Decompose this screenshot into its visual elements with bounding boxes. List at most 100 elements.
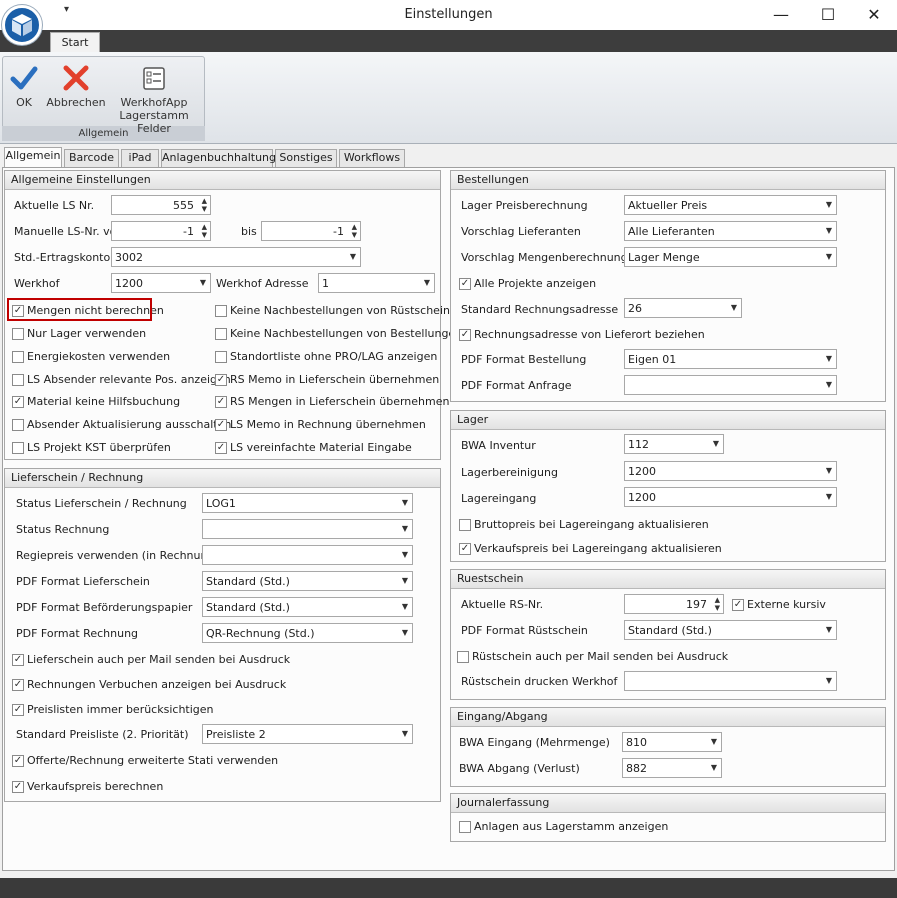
check-ruestschein-mail[interactable]: Rüstschein auch per Mail senden bei Ausd… [457, 650, 728, 663]
checkbox[interactable] [459, 518, 471, 531]
aktuelle-ls-spinner[interactable]: 555 ▲ ▼ [111, 195, 211, 215]
chevron-down-icon[interactable]: ▼ [711, 763, 717, 772]
checkbox[interactable] [12, 373, 24, 386]
pdf-lieferschein-combo[interactable]: Standard (Std.) ▼ [202, 571, 413, 591]
check-material-hilfsbuchung[interactable]: ✓ Material keine Hilfsbuchung [12, 395, 180, 408]
checkbox[interactable]: ✓ [12, 780, 24, 793]
checkbox[interactable] [12, 441, 24, 454]
check-rs-mengen[interactable]: ✓ RS Mengen in Lieferschein übernehmen [215, 395, 449, 408]
check-externe-kursiv[interactable]: ✓ Externe kursiv [732, 598, 826, 611]
checkbox[interactable]: ✓ [459, 277, 471, 290]
chevron-down-icon[interactable]: ▼ [402, 524, 408, 533]
checkbox[interactable]: ✓ [215, 373, 227, 386]
checkbox[interactable] [215, 350, 227, 363]
close-button[interactable]: ✕ [851, 0, 897, 30]
check-ls-vereinfachte[interactable]: ✓ LS vereinfachte Material Eingabe [215, 441, 412, 454]
chevron-down-icon[interactable]: ▼ [826, 252, 832, 261]
tab-workflows[interactable]: Workflows [339, 149, 405, 167]
preisliste-combo[interactable]: Preisliste 2 ▼ [202, 724, 413, 744]
chevron-down-icon[interactable]: ▼ [402, 576, 408, 585]
status-rechnung-combo[interactable]: ▼ [202, 519, 413, 539]
manuelle-bis-spinner[interactable]: -1 ▲ ▼ [261, 221, 361, 241]
tab-barcode[interactable]: Barcode [64, 149, 119, 167]
check-standortliste[interactable]: Standortliste ohne PRO/LAG anzeigen [215, 350, 437, 363]
chevron-down-icon[interactable]: ▼ [826, 200, 832, 209]
chevron-down-icon[interactable]: ▼ [826, 492, 832, 501]
checkbox[interactable] [215, 327, 227, 340]
check-rechnung-lieferort[interactable]: ✓ Rechnungsadresse von Lieferort beziehen [459, 328, 705, 341]
check-energiekosten[interactable]: Energiekosten verwenden [12, 350, 170, 363]
checkbox[interactable] [457, 650, 469, 663]
check-preislisten[interactable]: ✓ Preislisten immer berücksichtigen [12, 703, 214, 716]
ertragskonto-combo[interactable]: 3002 ▼ [111, 247, 361, 267]
checkbox[interactable]: ✓ [215, 441, 227, 454]
checkbox[interactable]: ✓ [12, 754, 24, 767]
rs-nr-spinner[interactable]: 197 ▲ ▼ [624, 594, 724, 614]
vorschlag-menge-combo[interactable]: Lager Menge ▼ [624, 247, 837, 267]
regiepreis-combo[interactable]: ▼ [202, 545, 413, 565]
checkbox[interactable]: ✓ [12, 653, 24, 666]
spinner-arrows-icon[interactable]: ▲ ▼ [715, 596, 720, 612]
lager-preis-combo[interactable]: Aktueller Preis ▼ [624, 195, 837, 215]
check-nur-lager[interactable]: Nur Lager verwenden [12, 327, 146, 340]
chevron-down-icon[interactable]: ▼ [826, 226, 832, 235]
bwa-inventur-combo[interactable]: 112 ▼ [624, 434, 724, 454]
tab-ipad[interactable]: iPad [121, 149, 159, 167]
lagereingang-combo[interactable]: 1200 ▼ [624, 487, 837, 507]
vorschlag-lieferanten-combo[interactable]: Alle Lieferanten ▼ [624, 221, 837, 241]
check-rechnungen-verbuchen[interactable]: ✓ Rechnungen Verbuchen anzeigen bei Ausdr… [12, 678, 286, 691]
chevron-down-icon[interactable]: ▼ [826, 625, 832, 634]
spinner-arrows-icon[interactable]: ▲ ▼ [202, 197, 207, 213]
manuelle-von-spinner[interactable]: -1 ▲ ▼ [111, 221, 211, 241]
pdf-befoerderung-combo[interactable]: Standard (Std.) ▼ [202, 597, 413, 617]
spinner-arrows-icon[interactable]: ▲ ▼ [202, 223, 207, 239]
chevron-down-icon[interactable]: ▼ [731, 303, 737, 312]
check-rs-memo[interactable]: ✓ RS Memo in Lieferschein übernehmen [215, 373, 439, 386]
chevron-down-icon[interactable]: ▼ [826, 676, 832, 685]
lagerbereinigung-combo[interactable]: 1200 ▼ [624, 461, 837, 481]
pdf-ruestschein-combo[interactable]: Standard (Std.) ▼ [624, 620, 837, 640]
check-anlagen-lagerstamm[interactable]: Anlagen aus Lagerstamm anzeigen [459, 820, 668, 833]
check-offerte-stati[interactable]: ✓ Offerte/Rechnung erweiterte Stati verwe… [12, 754, 278, 767]
chevron-down-icon[interactable]: ▼ [402, 602, 408, 611]
ok-button[interactable]: OK [6, 62, 42, 109]
chevron-down-icon[interactable]: ▼ [424, 278, 430, 287]
werkhof-adresse-combo[interactable]: 1 ▼ [318, 273, 435, 293]
werkhof-lagerstamm-button[interactable]: WerkhofApp Lagerstamm Felder [107, 62, 201, 135]
status-lieferschein-combo[interactable]: LOG1 ▼ [202, 493, 413, 513]
pdf-bestellung-combo[interactable]: Eigen 01 ▼ [624, 349, 837, 369]
checkbox[interactable]: ✓ [459, 328, 471, 341]
chevron-down-icon[interactable]: ▼ [826, 354, 832, 363]
tab-allgemein[interactable]: Allgemein [4, 147, 62, 168]
pdf-rechnung-combo[interactable]: QR-Rechnung (Std.) ▼ [202, 623, 413, 643]
chevron-down-icon[interactable]: ▼ [826, 380, 832, 389]
app-logo-icon[interactable] [2, 5, 42, 45]
check-keine-nachbestellungen-ruest[interactable]: Keine Nachbestellungen von Rüstscheinen [215, 304, 464, 317]
check-verkaufspreis-berechnen[interactable]: ✓ Verkaufspreis berechnen [12, 780, 163, 793]
check-alle-projekte[interactable]: ✓ Alle Projekte anzeigen [459, 277, 596, 290]
check-verkaufspreis-lager[interactable]: ✓ Verkaufspreis bei Lagereingang aktualis… [459, 542, 722, 555]
check-ls-projekt-kst[interactable]: LS Projekt KST überprüfen [12, 441, 171, 454]
checkbox[interactable]: ✓ [459, 542, 471, 555]
bwa-eingang-combo[interactable]: 810 ▼ [622, 732, 722, 752]
check-absender-aktualisierung[interactable]: Absender Aktualisierung ausschalten [12, 418, 231, 431]
chevron-down-icon[interactable]: ▼ [402, 729, 408, 738]
chevron-down-icon[interactable]: ▼ [200, 278, 206, 287]
check-ls-absender[interactable]: LS Absender relevante Pos. anzeigen [12, 373, 231, 386]
checkbox[interactable]: ✓ [12, 678, 24, 691]
werkhof-combo[interactable]: 1200 ▼ [111, 273, 211, 293]
tab-anlagenbuchhaltung[interactable]: Anlagenbuchhaltung [161, 149, 276, 167]
cancel-button[interactable]: Abbrechen [46, 62, 106, 109]
checkbox[interactable]: ✓ [215, 395, 227, 408]
chevron-down-icon[interactable]: ▼ [402, 498, 408, 507]
check-lieferschein-mail[interactable]: ✓ Lieferschein auch per Mail senden bei A… [12, 653, 290, 666]
spinner-arrows-icon[interactable]: ▲ ▼ [352, 223, 357, 239]
bwa-abgang-combo[interactable]: 882 ▼ [622, 758, 722, 778]
check-keine-nachbestellungen-best[interactable]: Keine Nachbestellungen von Bestellungen [215, 327, 462, 340]
ruestschein-werkhof-combo[interactable]: ▼ [624, 671, 837, 691]
chevron-down-icon[interactable]: ▼ [713, 439, 719, 448]
checkbox[interactable]: ✓ [12, 395, 24, 408]
std-rechnungsadresse-combo[interactable]: 26 ▼ [624, 298, 742, 318]
maximize-button[interactable]: ☐ [805, 0, 851, 30]
checkbox[interactable]: ✓ [732, 598, 744, 611]
